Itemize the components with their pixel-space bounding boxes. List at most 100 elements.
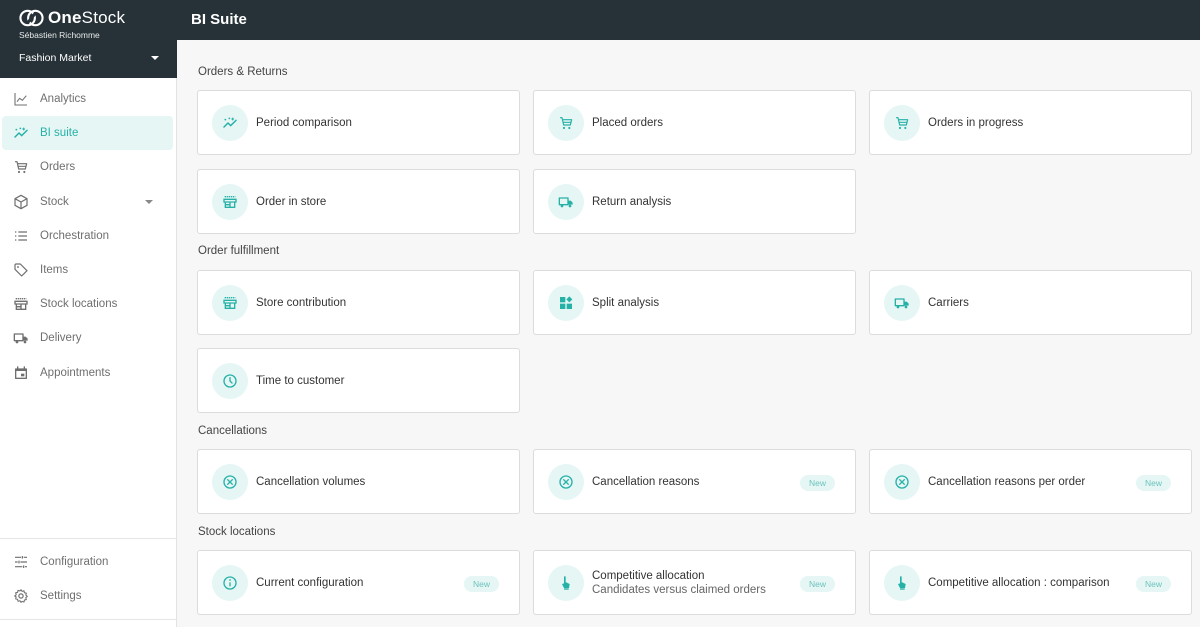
- card-text: Competitive allocation Candidates versus…: [592, 569, 766, 597]
- truck-icon: [884, 284, 920, 321]
- sidebar-item-label: Analytics: [40, 93, 87, 106]
- sidebar-item-items[interactable]: Items: [0, 253, 173, 287]
- cancel-circle-icon: [884, 463, 920, 500]
- sidebar-item-label: Stock locations: [40, 298, 118, 311]
- user-name: Sébastien Richomme: [19, 30, 100, 40]
- report-card-orders-in-progress[interactable]: Orders in progress: [869, 90, 1192, 155]
- sidebar-item-settings[interactable]: Settings: [0, 579, 173, 613]
- store-icon: [13, 296, 29, 312]
- cart-icon: [548, 104, 584, 141]
- report-card-return-analysis[interactable]: Return analysis: [533, 169, 856, 234]
- report-card-carriers[interactable]: Carriers: [869, 270, 1192, 335]
- onestock-logo[interactable]: OneStock: [19, 8, 125, 28]
- sidebar-item-label: Settings: [40, 590, 82, 603]
- report-card-competitive-allocation[interactable]: Competitive allocation Candidates versus…: [533, 550, 856, 615]
- report-card-cancellation-reasons-per-order[interactable]: Cancellation reasons per order New: [869, 449, 1192, 514]
- sidebar-item-orchestration[interactable]: Orchestration: [0, 219, 173, 253]
- sidebar: OneStock Sébastien Richomme Fashion Mark…: [0, 0, 177, 627]
- truck-icon: [548, 183, 584, 220]
- info-icon: [212, 564, 248, 601]
- organization-name: Fashion Market: [19, 52, 92, 64]
- section-title: Cancellations: [198, 425, 268, 437]
- sidebar-item-appointments[interactable]: Appointments: [0, 356, 173, 390]
- report-card-period-comparison[interactable]: Period comparison: [197, 90, 520, 155]
- sidebar-item-label: Items: [40, 264, 69, 277]
- hand-pointer-icon: [548, 564, 584, 601]
- sidebar-item-analytics[interactable]: Analytics: [0, 82, 173, 116]
- report-card-placed-orders[interactable]: Placed orders: [533, 90, 856, 155]
- brand-name: OneStock: [48, 8, 126, 27]
- chevron-down-icon[interactable]: [145, 199, 153, 204]
- report-card-cancellation-volumes[interactable]: Cancellation volumes: [197, 449, 520, 514]
- page-title: BI Suite: [191, 11, 247, 28]
- tag-icon: [13, 262, 29, 278]
- section-title: Order fulfillment: [198, 245, 280, 257]
- sidebar-item-configuration[interactable]: Configuration: [0, 545, 173, 579]
- sidebar-item-label: Orders: [40, 161, 76, 174]
- store-icon: [212, 183, 248, 220]
- truck-icon: [13, 330, 29, 346]
- card-label: Return analysis: [592, 195, 672, 208]
- report-card-current-configuration[interactable]: Current configuration New: [197, 550, 520, 615]
- calendar-icon: [13, 365, 29, 381]
- card-label: Placed orders: [592, 116, 663, 129]
- sidebar-item-stock[interactable]: Stock: [0, 185, 173, 219]
- sidebar-item-bi-suite[interactable]: BI suite: [2, 116, 173, 151]
- top-bar: BI Suite: [0, 0, 1200, 40]
- chart-line-icon: [13, 91, 29, 107]
- report-card-cancellation-reasons[interactable]: Cancellation reasons New: [533, 449, 856, 514]
- gear-icon: [13, 588, 29, 604]
- brand-header: OneStock Sébastien Richomme Fashion Mark…: [0, 0, 177, 78]
- card-label: Cancellation reasons per order: [928, 475, 1086, 488]
- new-badge: New: [1135, 576, 1171, 592]
- card-label: Period comparison: [256, 116, 352, 129]
- sidebar-item-label: Orchestration: [40, 229, 110, 242]
- main-nav: Analytics BI suite Orders Stock Orchestr…: [0, 82, 177, 390]
- sidebar-item-label: Delivery: [40, 332, 82, 345]
- cart-icon: [13, 159, 29, 175]
- organization-selector[interactable]: Fashion Market: [19, 52, 159, 64]
- chevron-down-icon: [151, 56, 159, 60]
- list-icon: [13, 228, 29, 244]
- sidebar-item-delivery[interactable]: Delivery: [0, 321, 173, 355]
- main-content: Orders & Returns Period comparison Place…: [177, 40, 1200, 627]
- card-sublabel: Candidates versus claimed orders: [592, 583, 766, 596]
- sidebar-item-label: BI suite: [40, 127, 79, 140]
- clock-icon: [212, 362, 248, 399]
- card-label: Order in store: [256, 195, 327, 208]
- card-label: Carriers: [928, 296, 969, 309]
- trend-icon: [13, 125, 29, 141]
- cart-icon: [884, 104, 920, 141]
- card-label: Store contribution: [256, 296, 347, 309]
- section-title: Orders & Returns: [198, 66, 288, 78]
- cancel-circle-icon: [212, 463, 248, 500]
- trend-icon: [212, 104, 248, 141]
- report-card-order-in-store[interactable]: Order in store: [197, 169, 520, 234]
- sidebar-item-label: Configuration: [40, 556, 109, 569]
- sidebar-item-label: Appointments: [40, 366, 111, 379]
- bottom-nav: Configuration Settings: [0, 538, 177, 621]
- report-card-time-to-customer[interactable]: Time to customer: [197, 348, 520, 413]
- new-badge: New: [799, 576, 835, 592]
- new-badge: New: [1135, 475, 1171, 491]
- card-label: Competitive allocation: [592, 569, 705, 582]
- report-card-split-analysis[interactable]: Split analysis: [533, 270, 856, 335]
- card-label: Current configuration: [256, 576, 364, 589]
- card-label: Competitive allocation : comparison: [928, 576, 1110, 589]
- sidebar-item-stock-locations[interactable]: Stock locations: [0, 287, 173, 321]
- cancel-circle-icon: [548, 463, 584, 500]
- onestock-logo-icon: [19, 9, 44, 27]
- card-label: Split analysis: [592, 296, 660, 309]
- hand-pointer-icon: [884, 564, 920, 601]
- sidebar-item-label: Stock: [40, 195, 69, 208]
- card-label: Cancellation reasons: [592, 475, 700, 488]
- card-label: Time to customer: [256, 374, 345, 387]
- card-label: Cancellation volumes: [256, 475, 366, 488]
- report-card-store-contribution[interactable]: Store contribution: [197, 270, 520, 335]
- section-title: Stock locations: [198, 526, 276, 538]
- new-badge: New: [799, 475, 835, 491]
- sidebar-item-orders[interactable]: Orders: [0, 150, 173, 184]
- store-icon: [212, 284, 248, 321]
- cube-icon: [13, 194, 29, 210]
- report-card-competitive-allocation-comparison[interactable]: Competitive allocation : comparison New: [869, 550, 1192, 615]
